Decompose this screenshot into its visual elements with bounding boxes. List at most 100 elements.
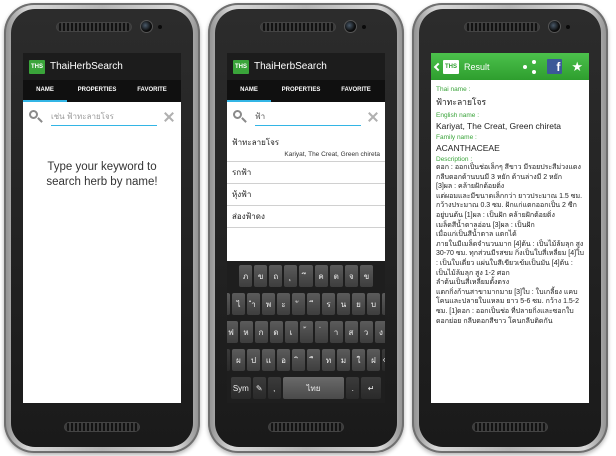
description-text: ดอก : ออกเป็นช่อเล็กๆ สีขาว มีรอยประสีม่… bbox=[436, 164, 584, 325]
share-icon[interactable] bbox=[523, 59, 537, 74]
key[interactable]: ข bbox=[359, 265, 373, 287]
list-item[interactable]: รกฟ้า bbox=[227, 162, 385, 184]
key[interactable]: ้ bbox=[299, 321, 313, 343]
key[interactable]: ภ bbox=[239, 265, 253, 287]
key[interactable]: ก bbox=[254, 321, 268, 343]
key[interactable]: ึ bbox=[299, 265, 313, 287]
handwriting-icon[interactable]: ✎ bbox=[252, 377, 266, 399]
tab-properties[interactable]: PROPERTIES bbox=[67, 80, 127, 102]
comma-key[interactable]: , bbox=[267, 377, 281, 399]
key[interactable]: ง bbox=[374, 321, 385, 343]
key[interactable]: ย bbox=[352, 293, 365, 315]
key[interactable]: ฟ bbox=[227, 321, 238, 343]
key[interactable]: แ bbox=[262, 349, 275, 371]
key[interactable]: ุ bbox=[284, 265, 298, 287]
key[interactable]: ๆ bbox=[227, 293, 230, 315]
key[interactable]: ล bbox=[382, 293, 385, 315]
tab-herb[interactable]: HE bbox=[381, 80, 385, 102]
backspace-icon[interactable]: ⌫ bbox=[382, 349, 385, 371]
phone-bezel: THS ThaiHerbSearch NAME PROPERTIES FAVOR… bbox=[11, 9, 193, 447]
search-input[interactable]: เช่น ฟ้าทะลายโจร bbox=[51, 108, 157, 126]
enter-icon[interactable]: ↵ bbox=[361, 377, 381, 399]
keyboard-row-1: ภ ข ถ ุ ึ ค ต จ ข bbox=[230, 265, 382, 287]
search-hint: Type your keyword to search herb by name… bbox=[23, 160, 181, 190]
app-logo-icon[interactable]: THS bbox=[443, 59, 459, 74]
speaker-grille-bottom bbox=[472, 422, 548, 432]
sensor bbox=[362, 25, 366, 29]
key[interactable]: ม bbox=[337, 349, 350, 371]
camera-icon bbox=[548, 20, 561, 33]
clear-icon[interactable] bbox=[367, 111, 379, 123]
key[interactable]: ั bbox=[292, 293, 305, 315]
key[interactable]: ่ bbox=[314, 321, 328, 343]
tab-favorite[interactable]: FAVORITE bbox=[127, 80, 177, 102]
key[interactable]: ส bbox=[344, 321, 358, 343]
key[interactable]: ี bbox=[307, 293, 320, 315]
key[interactable]: บ bbox=[367, 293, 380, 315]
english-name-label: English name : bbox=[436, 112, 479, 119]
camera-icon bbox=[140, 20, 153, 33]
search-icon bbox=[233, 110, 247, 124]
facebook-icon[interactable]: f bbox=[547, 59, 563, 74]
list-item[interactable]: ฟ้าทะลายโจร Kariyat, The Creat, Green ch… bbox=[227, 132, 385, 162]
keyboard-row-4: ⇧ ผ ป แ อ ิ ื ท ม ใ ฝ ⌫ bbox=[227, 349, 385, 371]
key[interactable]: ื bbox=[307, 349, 320, 371]
search-icon bbox=[29, 110, 43, 124]
list-item[interactable]: ส่องฟ้าดง bbox=[227, 206, 385, 228]
camera-icon bbox=[344, 20, 357, 33]
action-bar: THS Result f ★ bbox=[431, 53, 589, 80]
key[interactable]: ต bbox=[329, 265, 343, 287]
tab-herb[interactable]: HE bbox=[177, 80, 181, 102]
key[interactable]: พ bbox=[262, 293, 275, 315]
keyboard-row-2: ๆ ไ ำ พ ะ ั ี ร น ย บ ล bbox=[227, 293, 385, 315]
tab-name[interactable]: NAME bbox=[23, 80, 67, 102]
app-logo-icon: THS bbox=[29, 59, 45, 74]
key[interactable]: ว bbox=[359, 321, 373, 343]
key[interactable]: ไ bbox=[232, 293, 245, 315]
space-key[interactable]: ไทย bbox=[282, 377, 345, 399]
key[interactable]: อ bbox=[277, 349, 290, 371]
key[interactable]: ผ bbox=[232, 349, 245, 371]
key[interactable]: น bbox=[337, 293, 350, 315]
key[interactable]: ข bbox=[254, 265, 268, 287]
herb-detail: Thai name : ฟ้าทะลายโจร English name : K… bbox=[431, 80, 589, 329]
key[interactable]: ร bbox=[322, 293, 335, 315]
search-bar: เช่น ฟ้าทะลายโจร bbox=[23, 102, 181, 132]
key[interactable]: ำ bbox=[247, 293, 260, 315]
search-input[interactable]: ฟ้า bbox=[255, 108, 361, 126]
key[interactable]: า bbox=[329, 321, 343, 343]
key[interactable]: ิ bbox=[292, 349, 305, 371]
sym-key[interactable]: Sym bbox=[231, 377, 251, 399]
clear-icon[interactable] bbox=[163, 111, 175, 123]
key[interactable]: ใ bbox=[352, 349, 365, 371]
key[interactable]: ท bbox=[322, 349, 335, 371]
key[interactable]: ฝ bbox=[367, 349, 380, 371]
tab-properties[interactable]: PROPERTIES bbox=[271, 80, 331, 102]
key[interactable]: ค bbox=[314, 265, 328, 287]
key[interactable]: จ bbox=[344, 265, 358, 287]
shift-icon[interactable]: ⇧ bbox=[227, 349, 230, 371]
action-bar: THS ThaiHerbSearch bbox=[227, 53, 385, 80]
app-title: ThaiHerbSearch bbox=[50, 61, 123, 72]
key[interactable]: เ bbox=[284, 321, 298, 343]
period-key[interactable]: . bbox=[346, 377, 360, 399]
tab-favorite[interactable]: FAVORITE bbox=[331, 80, 381, 102]
key[interactable]: ถ bbox=[269, 265, 283, 287]
back-icon[interactable] bbox=[433, 62, 443, 71]
hint-line-1: Type your keyword to bbox=[47, 161, 157, 173]
key[interactable]: ห bbox=[239, 321, 253, 343]
phone-bezel: THS Result f ★ Thai name : ฟ้าทะลายโจร E… bbox=[419, 9, 601, 447]
key[interactable]: ะ bbox=[277, 293, 290, 315]
key[interactable]: ด bbox=[269, 321, 283, 343]
english-name-value: Kariyat, The Creat, Green chireta bbox=[436, 121, 562, 131]
star-icon[interactable]: ★ bbox=[571, 59, 583, 75]
list-item[interactable]: หุ้งฟ้า bbox=[227, 184, 385, 206]
tab-name[interactable]: NAME bbox=[227, 80, 271, 102]
phone-2: THS ThaiHerbSearch NAME PROPERTIES FAVOR… bbox=[208, 3, 404, 453]
herb-name: ฟ้าทะลายโจร bbox=[232, 138, 280, 147]
tab-bar: NAME PROPERTIES FAVORITE HE bbox=[227, 80, 385, 102]
page-title: Result bbox=[464, 61, 490, 72]
app-title: ThaiHerbSearch bbox=[254, 61, 327, 72]
key[interactable]: ป bbox=[247, 349, 260, 371]
screen-results: THS ThaiHerbSearch NAME PROPERTIES FAVOR… bbox=[227, 53, 385, 403]
